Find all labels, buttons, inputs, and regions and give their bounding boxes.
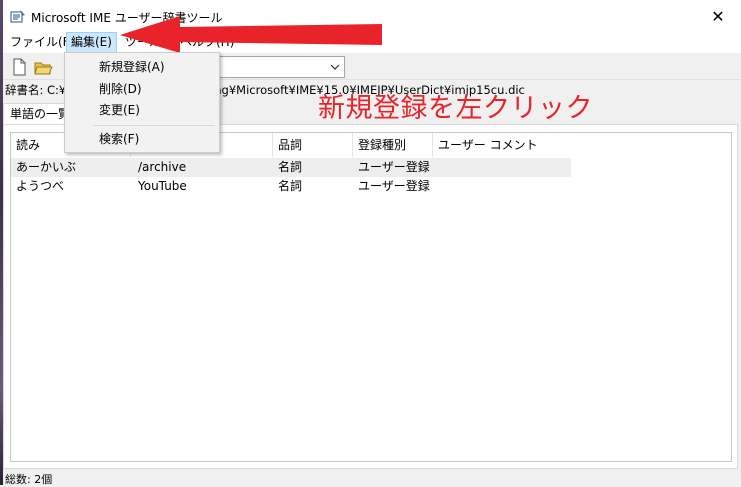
status-bar: 総数: 2個: [3, 469, 741, 486]
chevron-down-icon: [330, 64, 340, 70]
cell-type: ユーザー登録: [358, 160, 430, 174]
column-header-pos[interactable]: 品詞: [273, 133, 353, 157]
cell-reading: ようつべ: [16, 179, 65, 193]
red-arrow-icon: [120, 16, 382, 53]
cell-comment: [433, 177, 438, 196]
cell-reading: あーかいぶ: [16, 160, 77, 174]
edit-menu-dropdown: 新規登録(A) 削除(D) 変更(E) 検索(F): [64, 52, 220, 153]
menu-item-new-register[interactable]: 新規登録(A): [99, 57, 165, 77]
cell-word: YouTube: [138, 179, 187, 193]
word-list-view[interactable]: 読み 品詞 登録種別 ユーザー コメント あーかいぶ /archive 名詞 ユ…: [10, 132, 732, 462]
column-header-type[interactable]: 登録種別: [353, 133, 433, 157]
dictionary-path-prefix: 辞書名: C:¥: [5, 83, 67, 97]
cell-comment: [433, 158, 438, 177]
annotation-text: 新規登録を左クリック: [318, 93, 593, 124]
dictionary-icon: [10, 10, 25, 23]
menu-separator: [93, 125, 215, 126]
menu-edit[interactable]: 編集(E): [66, 32, 117, 53]
dictionary-select[interactable]: [219, 56, 345, 78]
table-row[interactable]: あーかいぶ /archive 名詞 ユーザー登録: [11, 158, 571, 177]
open-folder-icon[interactable]: [33, 57, 53, 77]
cell-pos: 名詞: [278, 179, 303, 193]
word-list-panel: 読み 品詞 登録種別 ユーザー コメント あーかいぶ /archive 名詞 ユ…: [3, 124, 738, 469]
cell-word: /archive: [138, 160, 187, 174]
column-header-comment[interactable]: ユーザー コメント: [433, 133, 571, 157]
new-document-icon[interactable]: [9, 57, 29, 77]
cell-type: ユーザー登録: [358, 179, 430, 193]
close-icon: ✕: [711, 6, 725, 26]
menu-item-search[interactable]: 検索(F): [99, 129, 139, 149]
menu-item-delete[interactable]: 削除(D): [99, 79, 142, 99]
table-row[interactable]: ようつべ YouTube 名詞 ユーザー登録: [11, 177, 571, 196]
close-button[interactable]: ✕: [695, 0, 741, 32]
cell-pos: 名詞: [278, 160, 303, 174]
ime-user-dictionary-window: Microsoft IME ユーザー辞書ツール ✕ ファイル(F) 編集(E) …: [0, 0, 741, 486]
menu-item-modify[interactable]: 変更(E): [99, 100, 140, 120]
